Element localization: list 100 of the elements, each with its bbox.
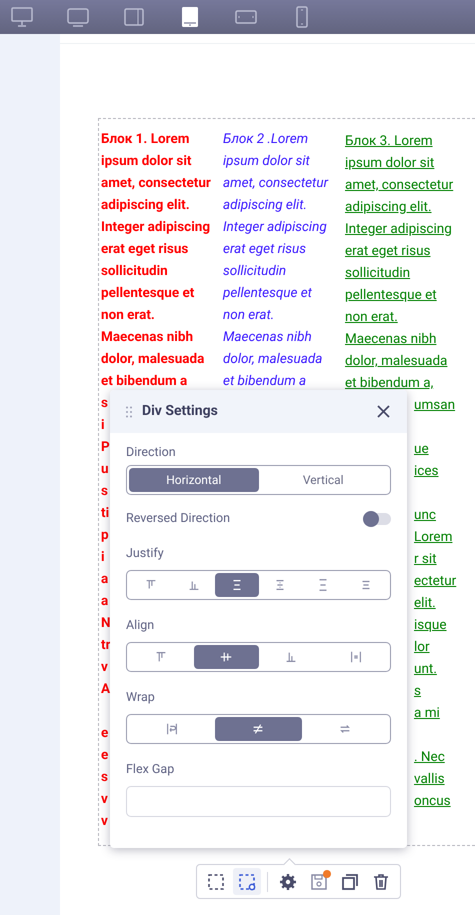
wrap-option[interactable] [215,717,302,741]
text-line: et bibendum a [223,372,306,391]
save-icon [309,872,329,892]
text-line: dolor, malesuada [345,352,448,371]
text-line: ti [101,504,110,523]
direction-option[interactable]: Horizontal [129,468,258,492]
text-line: s [101,768,108,787]
text-line: a [101,570,108,589]
text-line: Блок 3. Lorem [345,132,433,151]
text-line: ices [414,462,438,481]
text-line: i [101,416,105,435]
text-line: Maecenas nibh [345,330,436,349]
text-line: adipiscing elit. [345,198,432,217]
text-line: sollicitudin [345,264,410,283]
text-line: unt. [414,660,437,679]
text-line: et bibendum a, [345,374,434,393]
text-line: sollicitudin [101,262,168,281]
text-line: non erat. [101,306,155,325]
wrap-wrap-reverse-icon [338,722,352,736]
text-line: p [101,526,109,545]
text-line: isque [414,616,447,635]
monitor-icon [10,5,34,29]
copy-icon [340,872,360,892]
text-line: non erat. [345,308,398,327]
text-line: A [101,680,110,699]
text-line: ue [414,440,429,459]
dashed-square-gear-icon [237,872,257,892]
text-line: Integer adipiscing [345,220,452,239]
text-line: Maecenas nibh [223,328,312,347]
text-line: erat eget risus [345,242,430,261]
wrap-wrap-icon [165,722,180,736]
text-line: r sit [414,550,437,569]
field-label: Wrap [126,689,156,707]
text-line: oncus [414,792,451,811]
close-icon [376,405,390,418]
text-line: adipiscing elit. [223,196,307,215]
text-line: dolor, malesuada [101,350,204,369]
text-line: ectetur [414,572,456,591]
text-line: sollicitudin [223,262,286,281]
text-line: P [101,438,110,457]
text-line: ipsum dolor sit [345,154,434,173]
reversed-direction-toggle[interactable] [363,513,391,525]
align-option[interactable] [194,645,258,669]
toggle-label: Reversed Direction [126,510,230,528]
text-line: Блок 2 .Lorem [223,130,308,149]
text-line: pellentesque et [101,284,194,303]
text-line: e [101,746,108,765]
text-line: s [101,482,108,501]
toolbar-button[interactable] [233,868,261,895]
text-line: amet, consectetur [101,174,211,193]
wrap-nowrap-icon [251,722,266,736]
text-line: Блок 1. Lorem [101,130,190,149]
text-line: Maecenas nibh [101,328,194,347]
text-line: . Nec [414,748,445,767]
panel-title: Div Settings [142,402,219,421]
trash-icon [371,872,391,892]
text-line: pellentesque et [345,286,437,305]
field-label: Justify [126,545,165,563]
text-line: pellentesque et [223,284,312,303]
drag-handle-icon[interactable] [126,406,132,418]
text-line: erat eget risus [223,240,306,259]
flex-gap-input-field[interactable] [126,786,391,817]
text-line: et bibendum a [101,372,188,391]
field-label: Align [126,617,156,635]
text-line: v [101,658,108,677]
text-line: i [101,548,105,567]
text-line: Integer adipiscing [223,218,327,237]
field-label: Flex Gap [126,761,176,779]
text-line: lor [414,638,430,657]
text-line: umsan [414,396,456,415]
text-line: a mi [414,704,440,723]
align-stretch-icon [348,650,363,664]
text-line: tr [101,636,111,655]
text-line: u [101,460,109,479]
close-button[interactable] [375,404,391,420]
text-line: elit. [414,594,436,613]
text-line: erat eget risus [101,240,188,259]
align-start-icon [154,650,168,664]
align-center-icon [219,650,234,664]
text-line: a [101,592,108,611]
text-line: Integer adipiscing [101,218,210,237]
justify-option[interactable] [215,573,259,597]
text-line: non erat. [223,306,274,325]
text-line: ipsum dolor sit [101,152,192,171]
dashed-square-icon [206,872,226,892]
text-line: N [101,614,111,633]
align-end-icon [284,650,298,664]
text-line: v [101,812,108,831]
text-line: e [101,724,108,743]
text-line: vallis [414,770,445,789]
text-line: ipsum dolor sit [223,152,310,171]
field-label: Direction [126,444,177,462]
text-line: amet, consectetur [345,176,454,195]
direction-option[interactable]: Vertical [258,468,388,492]
text-line: amet, consectetur [223,174,328,193]
text-line: adipiscing elit. [101,196,190,215]
text-line: s [101,394,108,413]
text-line: unc [414,506,436,525]
text-line: s [414,682,421,701]
settings-icon [278,872,298,892]
